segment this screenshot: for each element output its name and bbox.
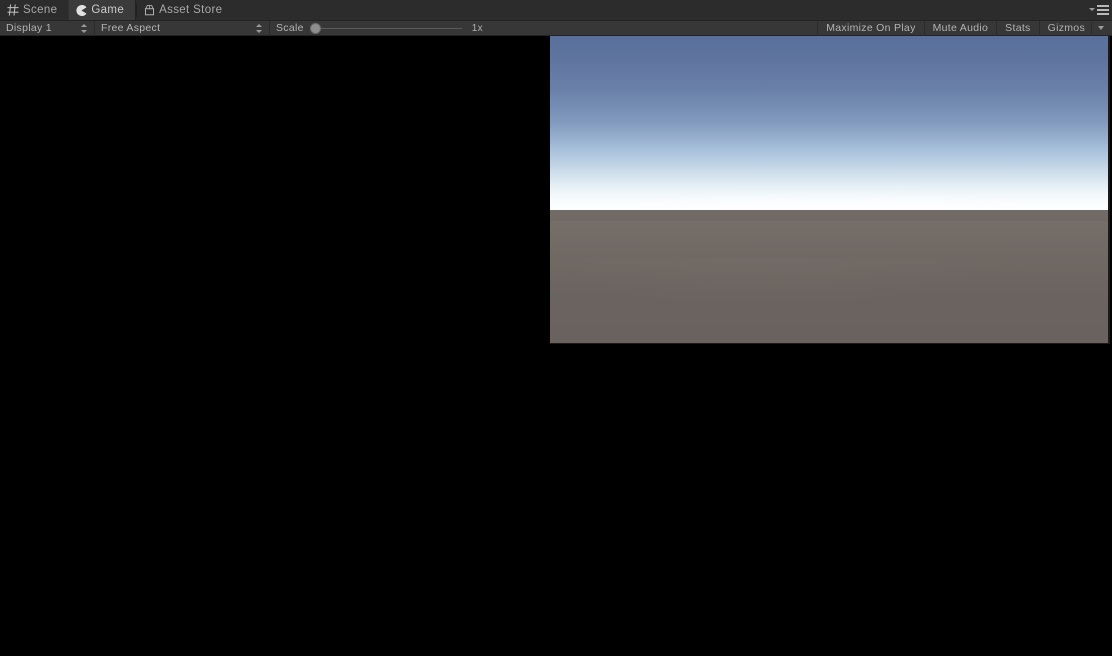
game-render-surface[interactable] <box>550 36 1110 344</box>
toolbar-right-group: Maximize On Play Mute Audio Stats Gizmos <box>817 20 1112 36</box>
display-dropdown-label: Display 1 <box>6 22 52 34</box>
stats-label: Stats <box>1005 22 1031 34</box>
scene-grid-icon <box>7 3 19 16</box>
panel-context-menu-icon[interactable] <box>1087 3 1109 16</box>
aspect-dropdown[interactable]: Free Aspect <box>95 20 270 36</box>
hamburger-lines-icon <box>1097 4 1109 15</box>
gizmos-divider <box>1091 22 1092 34</box>
scale-value-label: 1x <box>471 22 483 34</box>
updown-chevron-icon <box>256 23 263 34</box>
game-view-toolbar: Display 1 Free Aspect Scale 1x Maximize … <box>0 20 1112 36</box>
terrain-ground <box>550 210 1110 344</box>
tab-asset-store-label: Asset Store <box>159 3 223 16</box>
tab-scene-label: Scene <box>23 3 58 16</box>
gizmos-label: Gizmos <box>1047 22 1085 34</box>
game-pacman-icon <box>76 4 87 16</box>
scale-slider-handle[interactable] <box>309 22 321 34</box>
chevron-down-icon <box>1089 7 1095 11</box>
scale-label: Scale <box>276 22 304 34</box>
scale-control: Scale 1x <box>270 21 489 36</box>
tab-scene[interactable]: Scene <box>0 0 68 20</box>
maximize-on-play-label: Maximize On Play <box>826 22 916 34</box>
aspect-dropdown-label: Free Aspect <box>101 22 161 34</box>
tab-game-label: Game <box>91 4 125 16</box>
mute-audio-button[interactable]: Mute Audio <box>923 20 997 36</box>
maximize-on-play-button[interactable]: Maximize On Play <box>817 20 923 36</box>
gizmos-button[interactable]: Gizmos <box>1038 20 1112 36</box>
game-view-bottom-edge <box>550 343 1110 344</box>
scale-slider[interactable] <box>309 22 462 34</box>
tab-game[interactable]: Game <box>68 0 137 20</box>
skybox-sky <box>550 36 1110 215</box>
display-dropdown[interactable]: Display 1 <box>0 20 95 36</box>
updown-chevron-icon <box>81 23 88 34</box>
game-view-right-edge <box>1108 36 1110 344</box>
scale-slider-track <box>309 27 462 29</box>
chevron-down-icon[interactable] <box>1098 26 1104 30</box>
mute-audio-label: Mute Audio <box>932 22 989 34</box>
asset-store-icon <box>144 4 155 16</box>
tab-strip: Scene Game Asset Store <box>0 0 1112 21</box>
tab-asset-store[interactable]: Asset Store <box>137 0 233 20</box>
stats-button[interactable]: Stats <box>996 20 1038 36</box>
unity-game-view-window: Scene Game Asset Store Display 1 Free As… <box>0 0 1112 656</box>
